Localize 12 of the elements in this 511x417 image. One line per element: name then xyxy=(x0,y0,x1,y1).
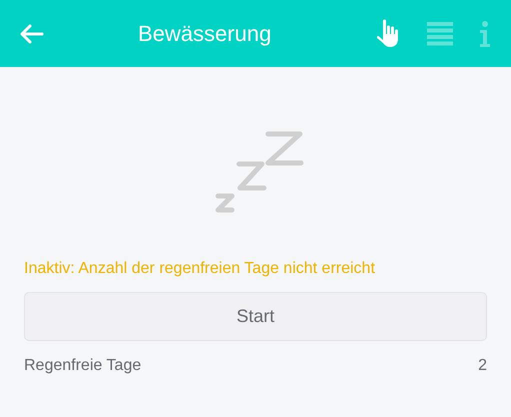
hand-icon xyxy=(377,18,401,48)
toolbar-tab[interactable] xyxy=(377,18,401,48)
list-icon xyxy=(427,22,453,46)
back-arrow-icon xyxy=(20,24,44,44)
status-message: Inaktiv: Anzahl der regenfreien Tage nicht erreicht xyxy=(24,259,376,279)
row-label: Regenfreie Tage xyxy=(24,356,142,376)
toolbar-tab[interactable] xyxy=(479,20,491,46)
row-value: 2 xyxy=(478,356,487,376)
header-title: Bewässerung xyxy=(138,20,272,48)
start-button[interactable]: Start xyxy=(24,292,487,341)
info-icon xyxy=(479,20,491,46)
toolbar-tab[interactable] xyxy=(427,22,453,46)
